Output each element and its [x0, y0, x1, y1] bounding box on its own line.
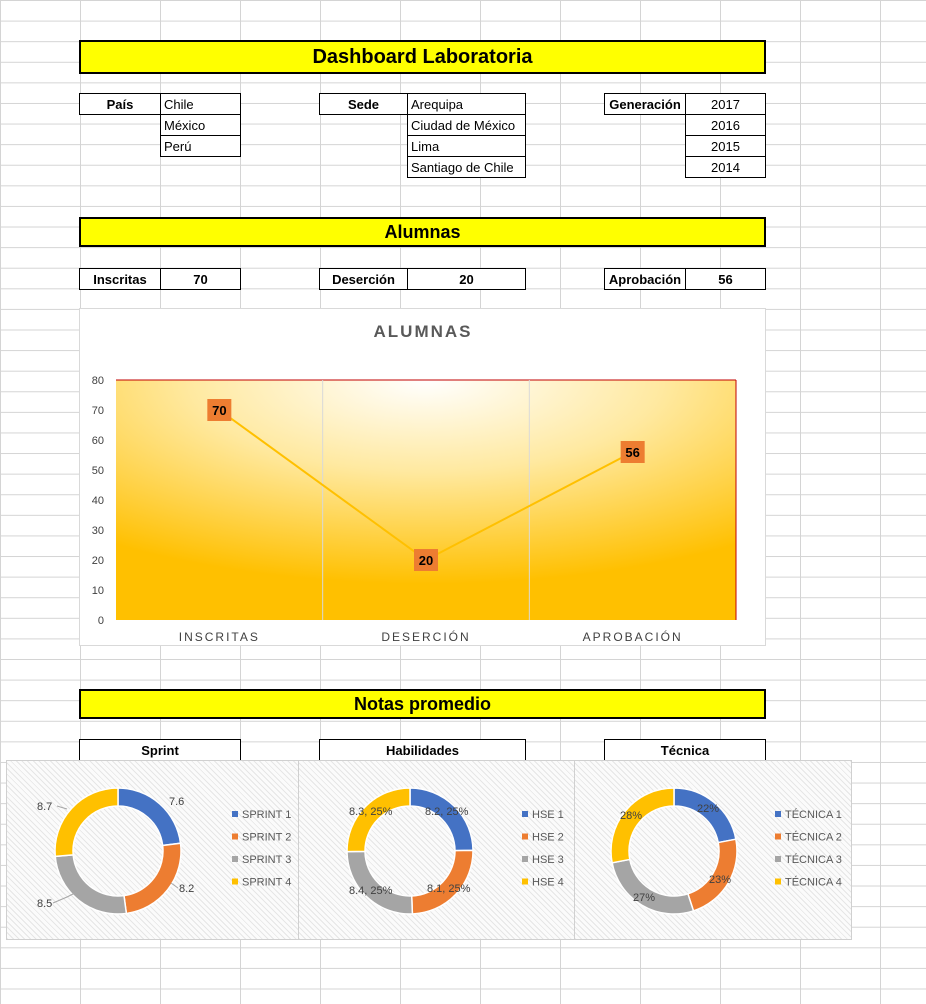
tecnica-donut-svg: 22% 23% 27% 28% TÉCNICA 1 TÉCNICA 2 TÉCNICA 3 T…	[610, 787, 842, 915]
legend-label: HSE 1	[532, 809, 564, 821]
legend-swatch	[775, 856, 781, 862]
tecnica-header: Técnica	[604, 739, 766, 761]
legend-label: HSE 4	[532, 877, 564, 889]
slice-data-label: 8.5	[37, 898, 52, 910]
slice-data-label: 8.3, 25%	[349, 806, 393, 818]
sede-option[interactable]: Arequipa	[407, 93, 526, 115]
slice-data-label: 7.6	[169, 796, 184, 808]
legend-label: SPRINT 3	[242, 854, 291, 866]
sede-option[interactable]: Santiago de Chile	[407, 156, 526, 178]
tecnica-donut-chart[interactable]: 22% 23% 27% 28% TÉCNICA 1 TÉCNICA 2 TÉCNICA 3 T…	[574, 760, 852, 940]
dashboard-title: Dashboard Laboratoria	[79, 40, 766, 74]
data-label: 56	[625, 445, 639, 460]
slice-data-label: 23%	[709, 874, 731, 886]
desercion-value: 20	[407, 268, 526, 290]
donut-slice[interactable]	[611, 858, 695, 915]
slice-data-label: 8.2, 25%	[425, 806, 469, 818]
x-tick-label: DESERCIÓN	[381, 629, 470, 644]
legend-swatch	[232, 856, 238, 862]
y-tick-label: 50	[92, 465, 104, 477]
generacion-option[interactable]: 2017	[685, 93, 766, 115]
legend-label: TÉCNICA 3	[785, 853, 842, 866]
desercion-label: Deserción	[319, 268, 408, 290]
inscritas-value: 70	[160, 268, 241, 290]
x-tick-label: INSCRITAS	[179, 630, 260, 644]
slice-data-label: 8.7	[37, 801, 52, 813]
legend-swatch	[232, 878, 238, 885]
donut-slice[interactable]	[54, 787, 119, 858]
legend-swatch	[775, 833, 781, 840]
habilidades-donut-chart[interactable]: 8.2, 25% 8.1, 25% 8.4, 25% 8.3, 25% HSE 1 HSE…	[298, 760, 576, 940]
sprint-donut-svg: 7.6 8.2 8.5 8.7 SPRINT 1 SPRINT 2 SPRINT 3 SPRI…	[37, 787, 291, 915]
aprobacion-value: 56	[685, 268, 766, 290]
legend-label: HSE 2	[532, 832, 564, 844]
y-tick-label: 80	[92, 375, 104, 387]
data-label: 70	[212, 403, 226, 418]
y-tick-label: 10	[92, 585, 104, 597]
inscritas-label: Inscritas	[79, 268, 161, 290]
legend-swatch	[522, 833, 528, 840]
y-tick-label: 60	[92, 435, 104, 447]
habilidades-header: Habilidades	[319, 739, 526, 761]
x-tick-label: APROBACIÓN	[583, 629, 683, 644]
slice-data-label: 8.1, 25%	[427, 883, 471, 895]
legend-swatch	[232, 833, 238, 840]
alumnas-line-chart-svg: ALUMNAS 0 10 20 30 40 50 60 70 80 INSCRITAS DESERCI…	[92, 322, 737, 644]
legend-label: SPRINT 4	[242, 877, 291, 889]
habilidades-donut-svg: 8.2, 25% 8.1, 25% 8.4, 25% 8.3, 25% HSE 1 HSE…	[346, 787, 564, 915]
pais-header: País	[79, 93, 161, 115]
sede-header: Sede	[319, 93, 408, 115]
slice-data-label: 8.2	[179, 883, 194, 895]
legend-swatch	[522, 878, 528, 885]
alumnas-chart[interactable]: ALUMNAS 0 10 20 30 40 50 60 70 80 INSCRITAS DESERCI…	[79, 308, 766, 646]
data-label: 20	[419, 553, 433, 568]
legend-swatch	[775, 811, 781, 817]
legend-swatch	[232, 811, 238, 817]
generacion-option[interactable]: 2014	[685, 156, 766, 178]
sprint-header: Sprint	[79, 739, 241, 761]
y-tick-label: 0	[98, 615, 104, 627]
aprobacion-label: Aprobación	[604, 268, 686, 290]
legend-swatch	[775, 878, 781, 885]
donut-slice[interactable]	[346, 787, 411, 853]
alumnas-section-title: Alumnas	[79, 217, 766, 247]
legend-label: TÉCNICA 1	[785, 808, 842, 821]
legend-label: SPRINT 1	[242, 809, 291, 821]
sprint-donut-chart[interactable]: 7.6 8.2 8.5 8.7 SPRINT 1 SPRINT 2 SPRINT 3 SPRI…	[6, 760, 300, 940]
sede-option[interactable]: Ciudad de México	[407, 114, 526, 136]
pais-option[interactable]: Perú	[160, 135, 241, 157]
legend-label: TÉCNICA 4	[785, 876, 842, 889]
legend-label: SPRINT 2	[242, 832, 291, 844]
slice-data-label: 28%	[620, 810, 642, 822]
legend-label: HSE 3	[532, 854, 564, 866]
generacion-header: Generación	[604, 93, 686, 115]
y-tick-label: 70	[92, 405, 104, 417]
y-tick-label: 40	[92, 495, 104, 507]
pais-option[interactable]: Chile	[160, 93, 241, 115]
slice-data-label: 27%	[633, 892, 655, 904]
donut-slice[interactable]	[346, 850, 414, 915]
chart-title: ALUMNAS	[374, 322, 473, 341]
slice-data-label: 22%	[697, 803, 719, 815]
y-tick-label: 20	[92, 555, 104, 567]
generacion-option[interactable]: 2015	[685, 135, 766, 157]
leader-line	[56, 805, 68, 810]
generacion-option[interactable]: 2016	[685, 114, 766, 136]
notas-section-title: Notas promedio	[79, 689, 766, 719]
legend-swatch	[522, 811, 528, 817]
legend-swatch	[522, 856, 528, 862]
legend-label: TÉCNICA 2	[785, 831, 842, 844]
y-tick-label: 30	[92, 525, 104, 537]
donut-slice[interactable]	[673, 787, 737, 844]
leader-line	[170, 882, 179, 889]
donut-slice[interactable]	[123, 842, 182, 915]
pais-option[interactable]: México	[160, 114, 241, 136]
sede-option[interactable]: Lima	[407, 135, 526, 157]
slice-data-label: 8.4, 25%	[349, 885, 393, 897]
donut-slice[interactable]	[54, 854, 128, 915]
donut-slice[interactable]	[610, 787, 675, 864]
donut-slice[interactable]	[409, 787, 474, 852]
